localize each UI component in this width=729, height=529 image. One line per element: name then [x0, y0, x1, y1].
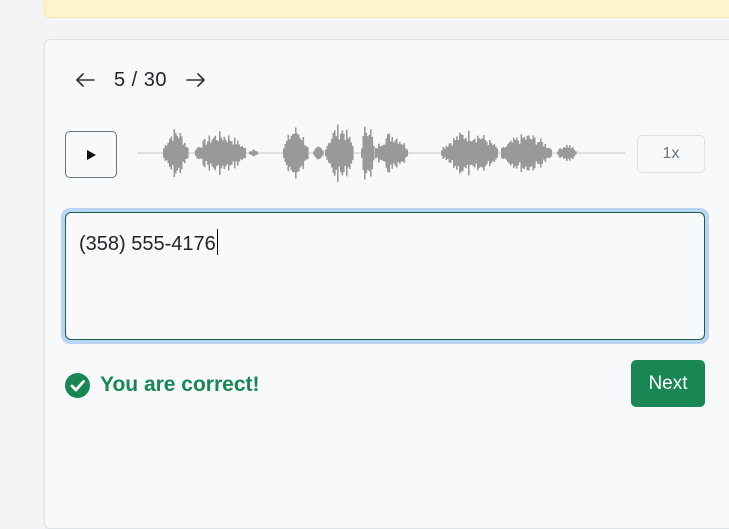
page-indicator: 5 / 30: [114, 68, 168, 91]
arrow-right-icon: [186, 73, 205, 87]
answer-value: (358) 555-4176: [79, 233, 216, 255]
notice-banner: [44, 0, 729, 18]
pager: 5 / 30: [72, 64, 209, 96]
arrow-left-icon: [76, 73, 95, 87]
prev-button[interactable]: [72, 64, 98, 96]
text-caret: [216, 229, 218, 255]
answer-focus-ring: (358) 555-4176: [61, 208, 709, 344]
next-button[interactable]: Next: [631, 360, 705, 407]
feedback-text: You are correct!: [100, 373, 260, 396]
answer-textarea[interactable]: (358) 555-4176: [65, 212, 705, 340]
play-button[interactable]: [65, 131, 117, 178]
audio-waveform[interactable]: [135, 115, 627, 191]
feedback-message: You are correct!: [65, 371, 260, 399]
playback-speed-button[interactable]: 1x: [637, 135, 705, 173]
next-page-button[interactable]: [183, 64, 209, 96]
check-circle-icon: [65, 372, 90, 398]
play-icon: [87, 149, 96, 160]
